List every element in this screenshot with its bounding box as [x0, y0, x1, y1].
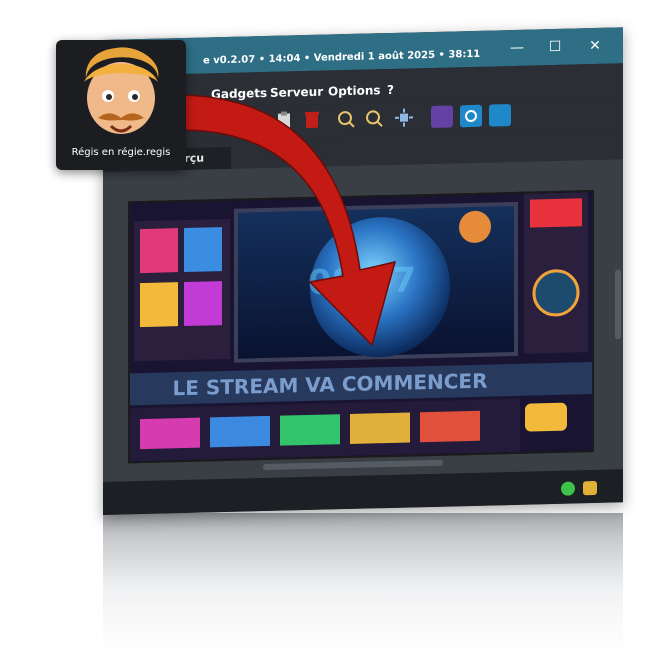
avatar-icon — [84, 47, 159, 134]
tooltip-card: Régis en régie.regis — [56, 40, 186, 170]
tooltip-label: Régis en régie.regis — [71, 147, 171, 158]
